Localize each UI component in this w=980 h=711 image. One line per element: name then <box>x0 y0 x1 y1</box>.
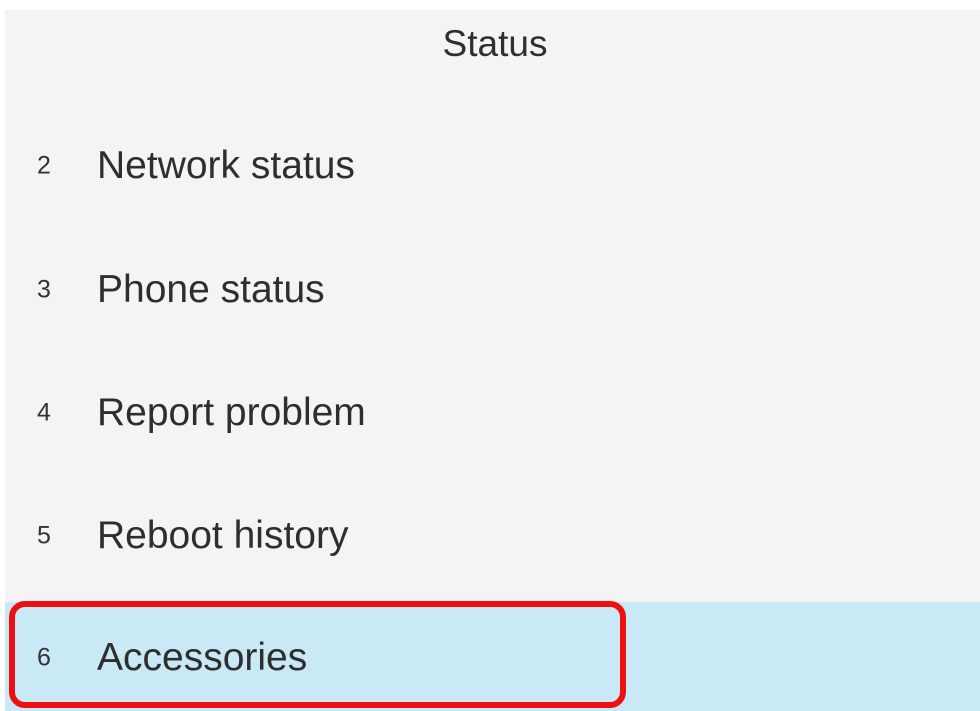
menu-item-network-status[interactable]: 2 Network status <box>5 105 980 227</box>
menu-item-accessories[interactable]: 6 Accessories <box>5 602 980 711</box>
menu-item-reboot-history[interactable]: 5 Reboot history <box>5 475 980 597</box>
status-screen: Status 2 Network status 3 Phone status 4… <box>0 0 980 711</box>
status-panel: Status 2 Network status 3 Phone status 4… <box>5 10 980 711</box>
menu-item-number: 4 <box>37 398 51 427</box>
menu-item-number: 5 <box>37 521 51 550</box>
menu-item-number: 2 <box>37 151 51 180</box>
menu-item-number: 6 <box>37 643 51 672</box>
menu-item-label: Network status <box>97 144 355 187</box>
page-title: Status <box>442 23 548 64</box>
menu-item-label: Reboot history <box>97 514 349 557</box>
menu-item-label: Report problem <box>97 391 366 434</box>
menu-item-label: Phone status <box>97 268 325 311</box>
menu-item-phone-status[interactable]: 3 Phone status <box>5 229 980 351</box>
menu-item-label: Accessories <box>97 636 308 679</box>
menu-item-report-problem[interactable]: 4 Report problem <box>5 352 980 474</box>
menu-item-number: 3 <box>37 275 51 304</box>
